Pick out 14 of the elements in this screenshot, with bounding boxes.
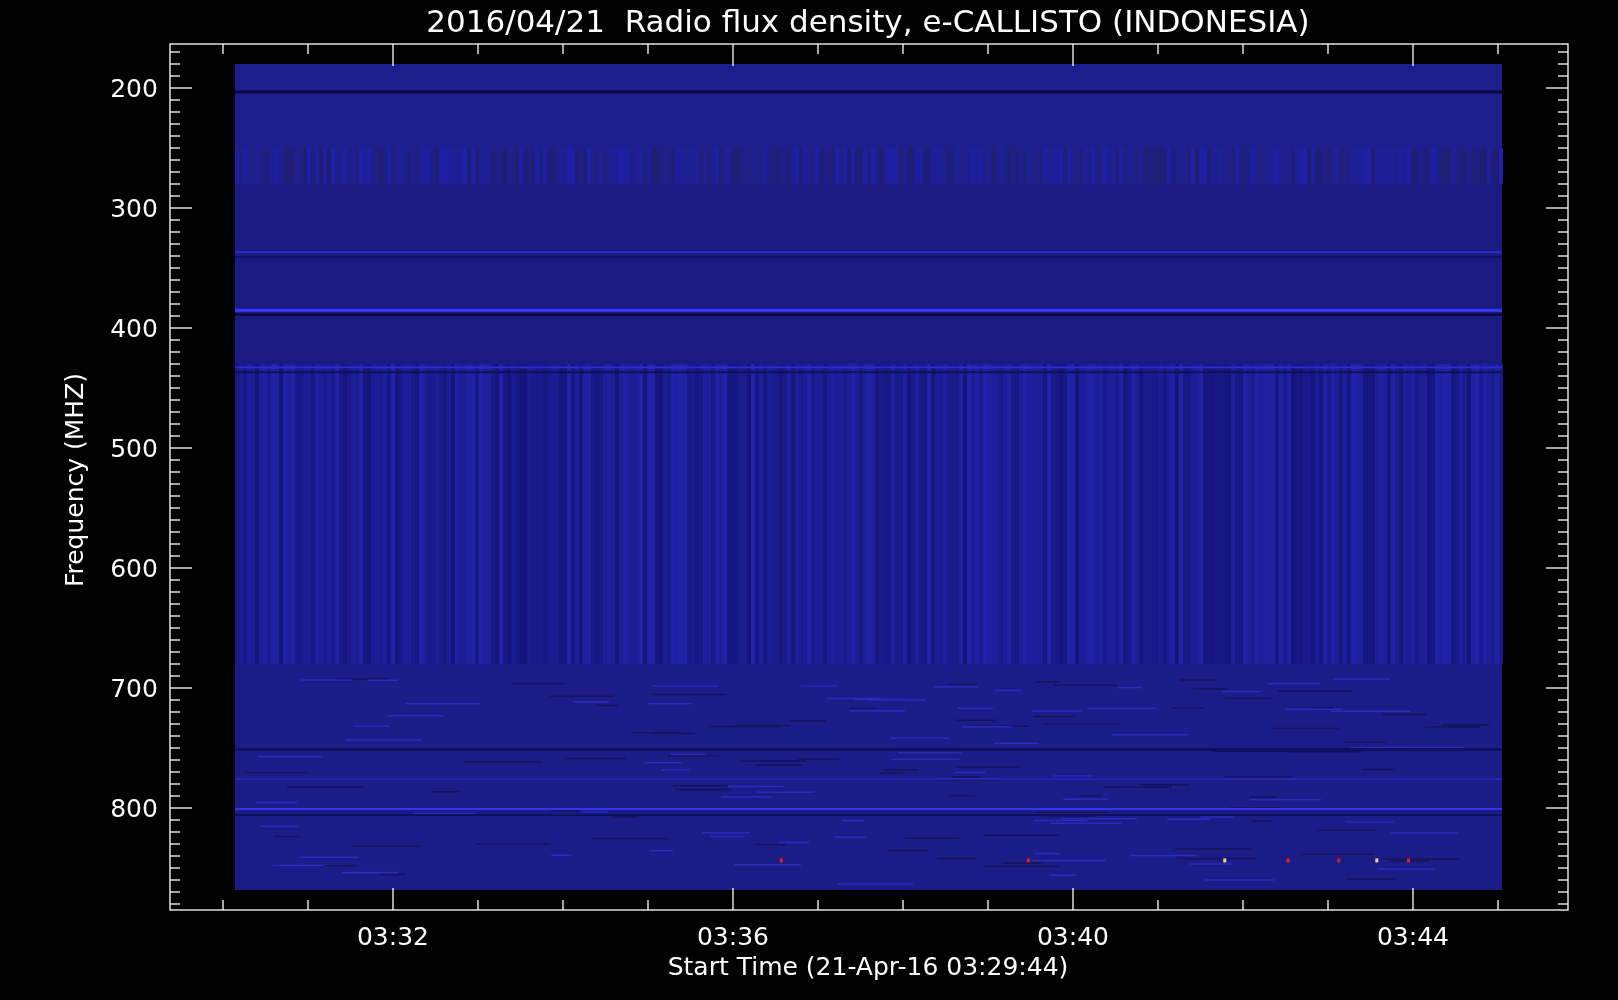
tick-label: 03:32 [357, 922, 429, 951]
chart-title: 2016/04/21 Radio flux density, e-CALLISTO (INDONESIA) [426, 3, 1310, 39]
tick-label: 200 [110, 74, 158, 103]
tick-label: 800 [110, 794, 158, 823]
tick-label: 500 [110, 434, 158, 463]
tick-label: 400 [110, 314, 158, 343]
tick-label: 03:44 [1377, 922, 1449, 951]
tick-label: 600 [110, 554, 158, 583]
tick-label: 03:36 [697, 922, 769, 951]
tick-label: 700 [110, 674, 158, 703]
tick-label: 300 [110, 194, 158, 223]
axis-label: Start Time (21-Apr-16 03:29:44) [667, 952, 1069, 981]
axis-label: Frequency (MHZ) [60, 372, 89, 588]
tick-label: 03:40 [1037, 922, 1109, 951]
